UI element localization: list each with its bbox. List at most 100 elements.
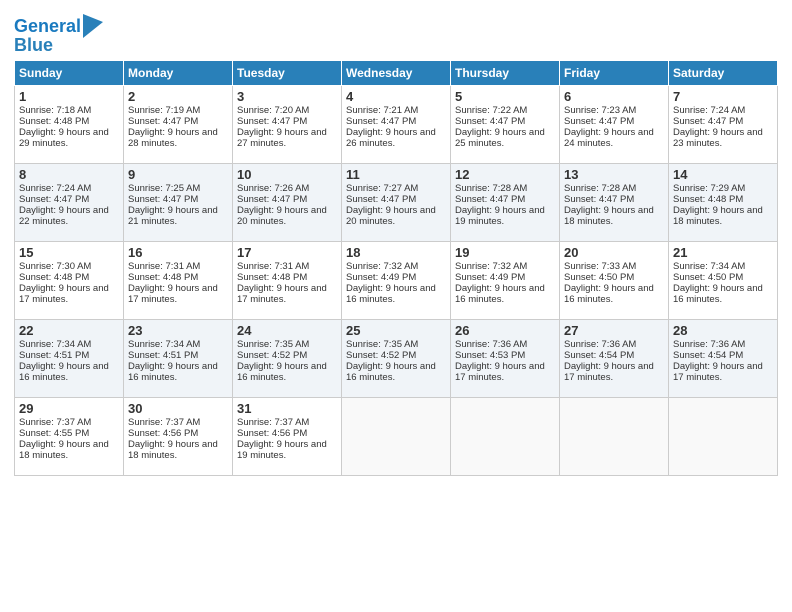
daylight-label: Daylight: 9 hours and 16 minutes. (346, 283, 436, 305)
sunrise-label: Sunrise: 7:28 AM (564, 183, 636, 194)
daylight-label: Daylight: 9 hours and 26 minutes. (346, 127, 436, 149)
sunset-label: Sunset: 4:47 PM (455, 194, 525, 205)
day-number: 10 (237, 167, 337, 182)
sunrise-label: Sunrise: 7:29 AM (673, 183, 745, 194)
col-header-tuesday: Tuesday (233, 61, 342, 86)
day-number: 16 (128, 245, 228, 260)
day-number: 25 (346, 323, 446, 338)
daylight-label: Daylight: 9 hours and 20 minutes. (237, 205, 327, 227)
sunrise-label: Sunrise: 7:24 AM (673, 105, 745, 116)
daylight-label: Daylight: 9 hours and 16 minutes. (455, 283, 545, 305)
col-header-thursday: Thursday (451, 61, 560, 86)
calendar-cell: 31 Sunrise: 7:37 AM Sunset: 4:56 PM Dayl… (233, 398, 342, 476)
calendar-cell: 30 Sunrise: 7:37 AM Sunset: 4:56 PM Dayl… (124, 398, 233, 476)
calendar-cell: 20 Sunrise: 7:33 AM Sunset: 4:50 PM Dayl… (560, 242, 669, 320)
calendar-cell: 6 Sunrise: 7:23 AM Sunset: 4:47 PM Dayli… (560, 86, 669, 164)
calendar-cell: 29 Sunrise: 7:37 AM Sunset: 4:55 PM Dayl… (15, 398, 124, 476)
daylight-label: Daylight: 9 hours and 16 minutes. (564, 283, 654, 305)
col-header-saturday: Saturday (669, 61, 778, 86)
sunrise-label: Sunrise: 7:36 AM (673, 339, 745, 350)
sunrise-label: Sunrise: 7:31 AM (237, 261, 309, 272)
day-number: 26 (455, 323, 555, 338)
day-number: 14 (673, 167, 773, 182)
daylight-label: Daylight: 9 hours and 17 minutes. (564, 361, 654, 383)
sunrise-label: Sunrise: 7:25 AM (128, 183, 200, 194)
sunrise-label: Sunrise: 7:32 AM (346, 261, 418, 272)
sunrise-label: Sunrise: 7:28 AM (455, 183, 527, 194)
sunrise-label: Sunrise: 7:36 AM (564, 339, 636, 350)
calendar-cell: 17 Sunrise: 7:31 AM Sunset: 4:48 PM Dayl… (233, 242, 342, 320)
day-number: 9 (128, 167, 228, 182)
sunrise-label: Sunrise: 7:35 AM (237, 339, 309, 350)
calendar-cell: 19 Sunrise: 7:32 AM Sunset: 4:49 PM Dayl… (451, 242, 560, 320)
logo-text-blue: Blue (14, 36, 103, 54)
sunset-label: Sunset: 4:54 PM (673, 350, 743, 361)
daylight-label: Daylight: 9 hours and 17 minutes. (19, 283, 109, 305)
logo-text-general: General (14, 17, 81, 35)
sunset-label: Sunset: 4:50 PM (673, 272, 743, 283)
sunset-label: Sunset: 4:54 PM (564, 350, 634, 361)
calendar-cell: 2 Sunrise: 7:19 AM Sunset: 4:47 PM Dayli… (124, 86, 233, 164)
day-number: 24 (237, 323, 337, 338)
sunrise-label: Sunrise: 7:31 AM (128, 261, 200, 272)
calendar-cell: 14 Sunrise: 7:29 AM Sunset: 4:48 PM Dayl… (669, 164, 778, 242)
calendar-cell: 7 Sunrise: 7:24 AM Sunset: 4:47 PM Dayli… (669, 86, 778, 164)
daylight-label: Daylight: 9 hours and 27 minutes. (237, 127, 327, 149)
day-number: 15 (19, 245, 119, 260)
daylight-label: Daylight: 9 hours and 29 minutes. (19, 127, 109, 149)
sunset-label: Sunset: 4:51 PM (19, 350, 89, 361)
day-number: 1 (19, 89, 119, 104)
day-number: 19 (455, 245, 555, 260)
sunrise-label: Sunrise: 7:36 AM (455, 339, 527, 350)
week-row-3: 15 Sunrise: 7:30 AM Sunset: 4:48 PM Dayl… (15, 242, 778, 320)
calendar-cell: 9 Sunrise: 7:25 AM Sunset: 4:47 PM Dayli… (124, 164, 233, 242)
calendar-cell: 18 Sunrise: 7:32 AM Sunset: 4:49 PM Dayl… (342, 242, 451, 320)
week-row-2: 8 Sunrise: 7:24 AM Sunset: 4:47 PM Dayli… (15, 164, 778, 242)
logo-general: General (14, 16, 81, 36)
sunset-label: Sunset: 4:47 PM (346, 116, 416, 127)
sunrise-label: Sunrise: 7:20 AM (237, 105, 309, 116)
calendar-cell (451, 398, 560, 476)
sunrise-label: Sunrise: 7:37 AM (237, 417, 309, 428)
sunset-label: Sunset: 4:47 PM (673, 116, 743, 127)
calendar-cell (342, 398, 451, 476)
calendar-cell (560, 398, 669, 476)
daylight-label: Daylight: 9 hours and 21 minutes. (128, 205, 218, 227)
sunset-label: Sunset: 4:47 PM (128, 194, 198, 205)
daylight-label: Daylight: 9 hours and 19 minutes. (237, 439, 327, 461)
sunrise-label: Sunrise: 7:27 AM (346, 183, 418, 194)
calendar-table: SundayMondayTuesdayWednesdayThursdayFrid… (14, 60, 778, 476)
calendar-cell: 13 Sunrise: 7:28 AM Sunset: 4:47 PM Dayl… (560, 164, 669, 242)
sunset-label: Sunset: 4:48 PM (19, 272, 89, 283)
sunset-label: Sunset: 4:47 PM (237, 116, 307, 127)
calendar-cell: 26 Sunrise: 7:36 AM Sunset: 4:53 PM Dayl… (451, 320, 560, 398)
calendar-cell: 12 Sunrise: 7:28 AM Sunset: 4:47 PM Dayl… (451, 164, 560, 242)
calendar-cell (669, 398, 778, 476)
sunrise-label: Sunrise: 7:32 AM (455, 261, 527, 272)
sunset-label: Sunset: 4:51 PM (128, 350, 198, 361)
daylight-label: Daylight: 9 hours and 17 minutes. (128, 283, 218, 305)
sunrise-label: Sunrise: 7:24 AM (19, 183, 91, 194)
calendar-cell: 11 Sunrise: 7:27 AM Sunset: 4:47 PM Dayl… (342, 164, 451, 242)
sunset-label: Sunset: 4:53 PM (455, 350, 525, 361)
daylight-label: Daylight: 9 hours and 24 minutes. (564, 127, 654, 149)
sunset-label: Sunset: 4:47 PM (19, 194, 89, 205)
calendar-cell: 25 Sunrise: 7:35 AM Sunset: 4:52 PM Dayl… (342, 320, 451, 398)
col-header-wednesday: Wednesday (342, 61, 451, 86)
sunset-label: Sunset: 4:47 PM (455, 116, 525, 127)
sunrise-label: Sunrise: 7:34 AM (19, 339, 91, 350)
daylight-label: Daylight: 9 hours and 18 minutes. (673, 205, 763, 227)
day-number: 11 (346, 167, 446, 182)
calendar-cell: 1 Sunrise: 7:18 AM Sunset: 4:48 PM Dayli… (15, 86, 124, 164)
sunset-label: Sunset: 4:47 PM (346, 194, 416, 205)
day-number: 17 (237, 245, 337, 260)
header-row: SundayMondayTuesdayWednesdayThursdayFrid… (15, 61, 778, 86)
daylight-label: Daylight: 9 hours and 17 minutes. (237, 283, 327, 305)
calendar-cell: 27 Sunrise: 7:36 AM Sunset: 4:54 PM Dayl… (560, 320, 669, 398)
day-number: 21 (673, 245, 773, 260)
day-number: 18 (346, 245, 446, 260)
daylight-label: Daylight: 9 hours and 18 minutes. (564, 205, 654, 227)
header: General Blue (14, 10, 778, 54)
day-number: 13 (564, 167, 664, 182)
sunset-label: Sunset: 4:49 PM (346, 272, 416, 283)
